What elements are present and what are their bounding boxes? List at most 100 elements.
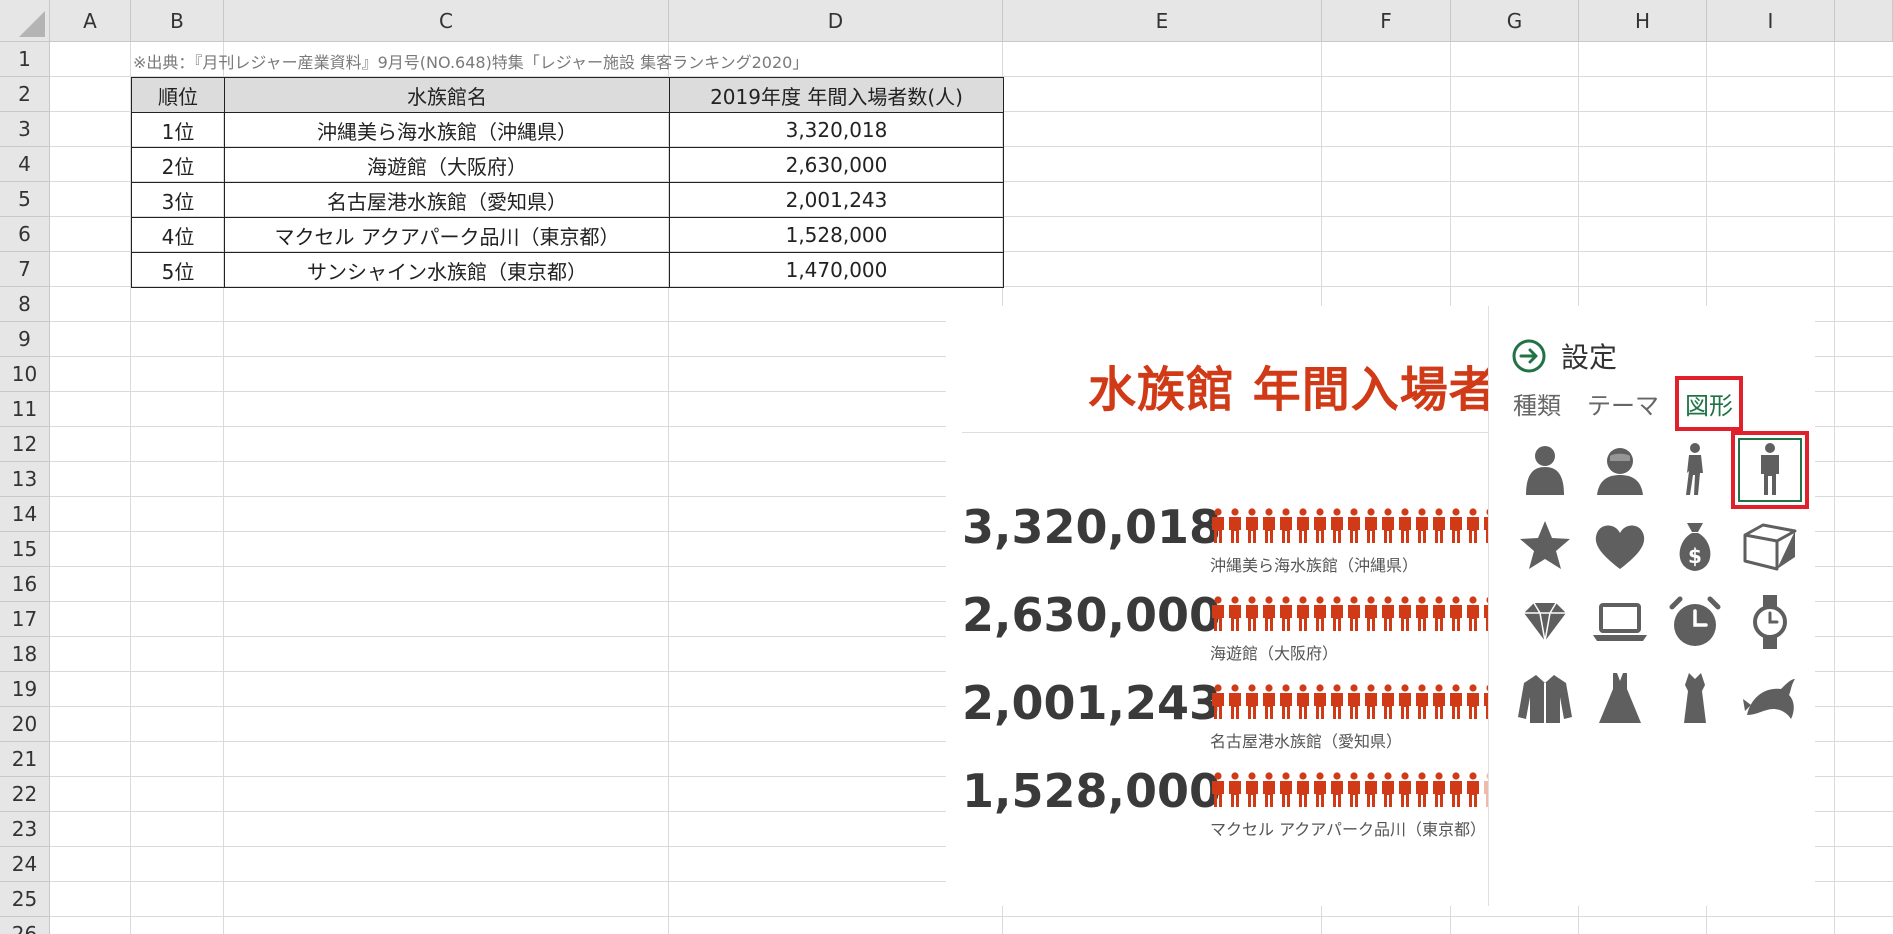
settings-header[interactable]: 設定 xyxy=(1511,336,1617,376)
person-icon xyxy=(1399,596,1411,631)
column-header-d[interactable]: D xyxy=(669,0,1003,42)
aquarium-ranking-table: 順位 水族館名 2019年度 年間入場者数(人) 1位 沖縄美ら海水族館（沖縄県）… xyxy=(131,77,1004,288)
row-header-8[interactable]: 8 xyxy=(0,287,50,322)
person-icon xyxy=(1365,596,1377,631)
row-header-13[interactable]: 13 xyxy=(0,462,50,497)
column-header-g[interactable]: G xyxy=(1451,0,1579,42)
source-note[interactable]: ※出典：『月刊レジャー産業資料』9月号(NO.648)特集「レジャー施設 集客ラ… xyxy=(133,49,808,73)
shape-option-dolphin[interactable] xyxy=(1736,664,1804,732)
shape-option-person-round[interactable] xyxy=(1511,436,1579,504)
cell-rank[interactable]: 3位 xyxy=(131,182,225,218)
person-walking-icon xyxy=(1686,443,1703,495)
shape-option-wristwatch[interactable] xyxy=(1736,588,1804,656)
shape-option-box[interactable] xyxy=(1736,512,1804,580)
row-header-22[interactable]: 22 xyxy=(0,777,50,812)
shape-option-person-bust[interactable] xyxy=(1586,436,1654,504)
star-icon xyxy=(1520,521,1570,569)
header-rank[interactable]: 順位 xyxy=(131,77,225,113)
header-aquarium-name[interactable]: 水族館名 xyxy=(224,77,670,113)
cell-rank[interactable]: 1位 xyxy=(131,112,225,148)
row-header-25[interactable]: 25 xyxy=(0,882,50,917)
row-header-5[interactable]: 5 xyxy=(0,182,50,217)
shape-option-star[interactable] xyxy=(1511,512,1579,580)
shape-option-diamond[interactable] xyxy=(1511,588,1579,656)
person-icon xyxy=(1297,772,1309,807)
row-header-19[interactable]: 19 xyxy=(0,672,50,707)
person-icon xyxy=(1399,508,1411,543)
row-header-1[interactable]: 1 xyxy=(0,42,50,77)
row-header-10[interactable]: 10 xyxy=(0,357,50,392)
row-header-20[interactable]: 20 xyxy=(0,707,50,742)
person-icon xyxy=(1246,684,1258,719)
person-icon xyxy=(1416,772,1428,807)
tab-theme[interactable]: テーマ xyxy=(1587,386,1659,421)
shape-option-qipao-dress[interactable] xyxy=(1661,664,1729,732)
infographic-value: 1,528,000 xyxy=(962,764,1221,818)
column-header-extra[interactable] xyxy=(1835,0,1893,42)
person-icon xyxy=(1467,508,1479,543)
row-header-4[interactable]: 4 xyxy=(0,147,50,182)
cell-rank[interactable]: 2位 xyxy=(131,147,225,183)
row-header-18[interactable]: 18 xyxy=(0,637,50,672)
column-header-e[interactable]: E xyxy=(1003,0,1322,42)
cell-aquarium-name[interactable]: 沖縄美ら海水族館（沖縄県） xyxy=(224,112,670,148)
row-header-11[interactable]: 11 xyxy=(0,392,50,427)
person-icon xyxy=(1297,684,1309,719)
shape-option-dress[interactable] xyxy=(1586,664,1654,732)
person-icon xyxy=(1382,772,1394,807)
row-header-24[interactable]: 24 xyxy=(0,847,50,882)
row-header-17[interactable]: 17 xyxy=(0,602,50,637)
row-header-2[interactable]: 2 xyxy=(0,77,50,112)
tab-shape[interactable]: 図形 xyxy=(1675,376,1743,431)
header-visitors[interactable]: 2019年度 年間入場者数(人) xyxy=(669,77,1004,113)
people-icons-bar xyxy=(1210,596,1488,636)
cell-visitors[interactable]: 2,630,000 xyxy=(669,147,1004,183)
select-all-corner[interactable] xyxy=(0,0,50,42)
shape-option-heart[interactable] xyxy=(1586,512,1654,580)
cell-aquarium-name[interactable]: 海遊館（大阪府） xyxy=(224,147,670,183)
row-header-16[interactable]: 16 xyxy=(0,567,50,602)
shape-option-alarm-clock[interactable] xyxy=(1661,588,1729,656)
row-header-3[interactable]: 3 xyxy=(0,112,50,147)
infographic-row: 2,630,000 海遊館（大阪府） xyxy=(962,588,1488,668)
cell-visitors[interactable]: 3,320,018 xyxy=(669,112,1004,148)
shape-option-jacket[interactable] xyxy=(1511,664,1579,732)
alarm-clock-icon xyxy=(1669,596,1721,646)
shape-option-laptop[interactable] xyxy=(1586,588,1654,656)
cell-rank[interactable]: 4位 xyxy=(131,217,225,253)
people-graph-infographic[interactable]: 水族館 年間入場者 3,320,018 沖縄美ら海水族館（沖縄県） 2,630,00… xyxy=(946,306,1488,906)
tab-type[interactable]: 種類 xyxy=(1513,386,1561,421)
row-header-21[interactable]: 21 xyxy=(0,742,50,777)
row-header-6[interactable]: 6 xyxy=(0,217,50,252)
arrow-right-circle-icon[interactable] xyxy=(1511,338,1547,374)
row-header-7[interactable]: 7 xyxy=(0,252,50,287)
row-header-23[interactable]: 23 xyxy=(0,812,50,847)
shape-option-person-standing[interactable] xyxy=(1731,431,1809,509)
column-header-a[interactable]: A xyxy=(50,0,131,42)
column-header-b[interactable]: B xyxy=(131,0,224,42)
person-icon xyxy=(1280,772,1292,807)
cell-rank[interactable]: 5位 xyxy=(131,252,225,288)
cell-aquarium-name[interactable]: 名古屋港水族館（愛知県） xyxy=(224,182,670,218)
column-header-i[interactable]: I xyxy=(1707,0,1835,42)
person-bust-icon xyxy=(1597,448,1643,495)
cell-visitors[interactable]: 1,470,000 xyxy=(669,252,1004,288)
row-header-15[interactable]: 15 xyxy=(0,532,50,567)
cell-visitors[interactable]: 2,001,243 xyxy=(669,182,1004,218)
row-header-12[interactable]: 12 xyxy=(0,427,50,462)
person-icon xyxy=(1297,508,1309,543)
cell-aquarium-name[interactable]: サンシャイン水族館（東京都） xyxy=(224,252,670,288)
column-header-f[interactable]: F xyxy=(1322,0,1451,42)
column-header-c[interactable]: C xyxy=(224,0,669,42)
person-icon xyxy=(1280,596,1292,631)
shape-option-person-walking[interactable] xyxy=(1661,436,1729,504)
cell-visitors[interactable]: 1,528,000 xyxy=(669,217,1004,253)
row-header-9[interactable]: 9 xyxy=(0,322,50,357)
column-header-h[interactable]: H xyxy=(1579,0,1707,42)
cell-aquarium-name[interactable]: マクセル アクアパーク品川（東京都） xyxy=(224,217,670,253)
wristwatch-icon xyxy=(1753,595,1787,649)
person-icon xyxy=(1416,684,1428,719)
shape-option-money-bag[interactable]: $ xyxy=(1661,512,1729,580)
row-header-14[interactable]: 14 xyxy=(0,497,50,532)
row-header-26[interactable]: 26 xyxy=(0,917,50,934)
